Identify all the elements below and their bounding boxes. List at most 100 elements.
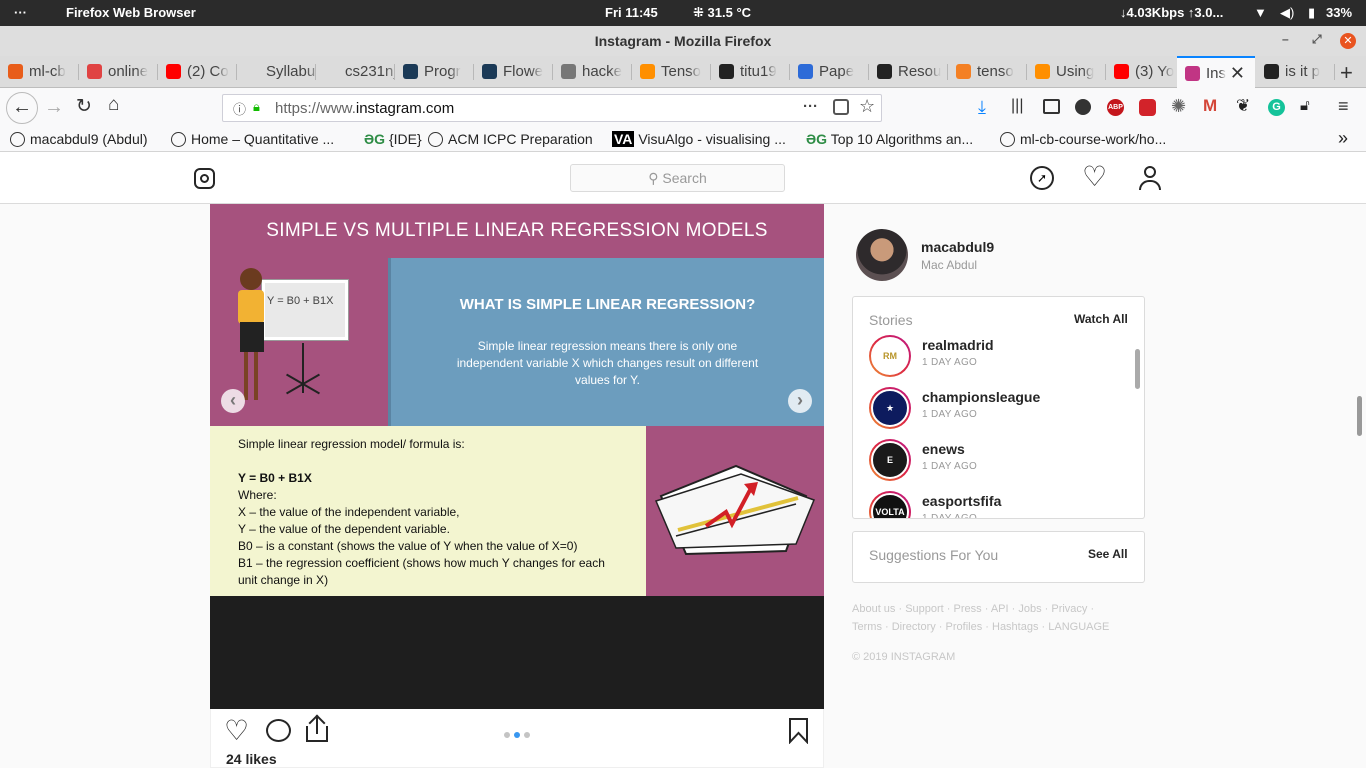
story-username[interactable]: realmadrid <box>922 337 994 353</box>
browser-tab[interactable]: Pape <box>790 56 869 88</box>
lock-icon[interactable]: 🔒︎ <box>253 99 260 115</box>
browser-tab[interactable]: tenso <box>948 56 1027 88</box>
browser-tab[interactable]: cs231n_ <box>316 56 395 88</box>
story-item[interactable]: RM realmadrid 1 DAY AGO <box>869 335 1129 387</box>
story-avatar-ring[interactable]: VOLTA <box>869 491 911 518</box>
browser-tab[interactable]: (3) Yo <box>1106 56 1185 88</box>
browser-tab[interactable]: titu19 <box>711 56 790 88</box>
post-slide-image[interactable]: SIMPLE VS MULTIPLE LINEAR REGRESSION MOD… <box>210 204 824 709</box>
weather-indicator[interactable]: ⁜ 31.5 °C <box>693 5 751 21</box>
forward-button[interactable]: → <box>44 96 64 119</box>
settings-ext-icon[interactable]: ✺ <box>1171 96 1186 117</box>
story-avatar-ring[interactable]: RM <box>869 335 911 377</box>
browser-tab[interactable]: (2) Co <box>158 56 237 88</box>
account-icon[interactable] <box>1075 99 1091 115</box>
profile-icon[interactable] <box>1138 164 1162 192</box>
bookmark-github[interactable]: macabdul9 (Abdul) <box>10 131 148 147</box>
extension-icon[interactable]: ❦ <box>1236 96 1250 116</box>
watch-all-link[interactable]: Watch All <box>1074 312 1128 326</box>
browser-tab[interactable]: Syllabus <box>237 56 316 88</box>
bookmark-star-icon[interactable]: ☆ <box>859 96 875 117</box>
active-app-label[interactable]: Firefox Web Browser <box>66 5 196 20</box>
browser-tab[interactable]: online <box>79 56 158 88</box>
story-avatar-ring[interactable]: E <box>869 439 911 481</box>
browser-tab[interactable]: Resou <box>869 56 948 88</box>
bookmark-algorithms[interactable]: ƏG Top 10 Algorithms an... <box>806 131 973 147</box>
comment-icon[interactable] <box>266 719 291 742</box>
browser-tab[interactable]: Using <box>1027 56 1106 88</box>
clock[interactable]: Fri 11:45 <box>605 5 658 20</box>
grammarly-icon[interactable]: G <box>1268 99 1285 116</box>
browser-tab[interactable]: ml-cb <box>0 56 79 88</box>
profile-avatar[interactable] <box>856 229 908 281</box>
footer-link[interactable]: Hashtags <box>992 621 1038 633</box>
hamburger-menu-icon[interactable]: ≡ <box>1338 96 1349 117</box>
minimize-button[interactable]: – <box>1282 32 1289 46</box>
bookmark-ide[interactable]: ƏG {IDE} <box>364 131 422 147</box>
downloads-icon[interactable]: ⤓ <box>978 97 986 118</box>
reload-button[interactable]: ↻ <box>76 95 92 118</box>
footer-link[interactable]: Jobs <box>1018 603 1041 615</box>
story-avatar-ring[interactable]: ★ <box>869 387 911 429</box>
activities-menu[interactable]: ··· <box>14 5 27 20</box>
explore-compass-icon[interactable]: ➚ <box>1030 166 1054 190</box>
carousel-next-button[interactable]: › <box>788 389 812 413</box>
stories-scrollbar[interactable] <box>1135 349 1140 389</box>
close-tab-icon[interactable]: ✕ <box>1230 63 1245 84</box>
volume-icon[interactable]: ◀) <box>1280 5 1294 21</box>
gmail-icon[interactable]: M <box>1203 96 1217 116</box>
browser-tab[interactable]: Progr <box>395 56 474 88</box>
footer-link[interactable]: Profiles <box>946 621 983 633</box>
sidebar-icon[interactable] <box>1043 99 1060 114</box>
password-icon[interactable]: 🔓︎ <box>1300 97 1310 114</box>
more-bookmarks-icon[interactable]: » <box>1338 128 1348 149</box>
pocket-icon[interactable] <box>833 99 849 115</box>
bookmark-visualgo[interactable]: VA VisuAlgo - visualising ... <box>612 131 786 147</box>
url-bar[interactable]: ⓘ 🔒︎ https://www.instagram.com ··· ☆ <box>222 94 882 122</box>
battery-icon[interactable]: ▮ <box>1308 5 1315 21</box>
browser-tab[interactable]: Flowe <box>474 56 553 88</box>
library-icon[interactable]: ||| <box>1011 97 1023 115</box>
profile-username[interactable]: macabdul9 <box>921 239 994 255</box>
footer-link[interactable]: Terms <box>852 621 882 633</box>
wifi-icon[interactable]: ▼ <box>1254 5 1267 20</box>
video-ext-icon[interactable] <box>1139 99 1156 116</box>
adblock-icon[interactable]: ABP <box>1107 99 1124 116</box>
carousel-prev-button[interactable]: ‹ <box>221 389 245 413</box>
footer-link[interactable]: Support <box>905 603 944 615</box>
share-icon[interactable] <box>306 714 328 744</box>
story-item[interactable]: Eenews 1 DAY AGO <box>869 439 1129 491</box>
story-username[interactable]: easportsfifa <box>922 493 1001 509</box>
like-heart-icon[interactable]: ♡ <box>224 714 249 747</box>
new-tab-button[interactable]: + <box>1340 60 1353 86</box>
back-button[interactable]: ← <box>6 92 38 124</box>
network-speed[interactable]: ↓4.03Kbps ↑3.0... <box>1120 5 1223 20</box>
story-username[interactable]: championsleague <box>922 389 1040 405</box>
browser-tab[interactable]: Tenso <box>632 56 711 88</box>
url-text[interactable]: https://www.instagram.com <box>275 100 454 117</box>
maximize-button[interactable]: ⤢ <box>1312 32 1322 47</box>
footer-link[interactable]: API <box>991 603 1009 615</box>
instagram-logo-icon[interactable] <box>194 168 215 189</box>
bookmark-acm[interactable]: ACM ICPC Preparation <box>428 131 593 147</box>
bookmark-quantitative[interactable]: Home – Quantitative ... <box>171 131 334 147</box>
activity-heart-icon[interactable]: ♡ <box>1082 160 1107 193</box>
bookmark-ml-cb[interactable]: ml-cb-course-work/ho... <box>1000 131 1166 147</box>
page-actions-button[interactable]: ··· <box>803 98 818 115</box>
see-all-link[interactable]: See All <box>1088 547 1128 561</box>
story-username[interactable]: enews <box>922 441 965 457</box>
browser-tab[interactable]: is it p <box>1256 56 1335 88</box>
story-item[interactable]: VOLTA easportsfifa 1 DAY AGO <box>869 491 1129 518</box>
footer-link[interactable]: Directory <box>892 621 936 633</box>
footer-link[interactable]: LANGUAGE <box>1048 621 1109 633</box>
footer-link[interactable]: Privacy <box>1051 603 1087 615</box>
browser-tab[interactable]: Ins ✕ <box>1177 56 1255 88</box>
footer-link[interactable]: Press <box>954 603 982 615</box>
close-window-button[interactable]: ✕ <box>1340 33 1356 49</box>
browser-tab[interactable]: hacke <box>553 56 632 88</box>
save-bookmark-icon[interactable] <box>789 718 808 745</box>
search-input[interactable]: ⚲ Search <box>570 164 785 192</box>
story-item[interactable]: ★ championsleague 1 DAY AGO <box>869 387 1129 439</box>
info-icon[interactable]: ⓘ <box>233 99 246 118</box>
footer-link[interactable]: About us <box>852 603 895 615</box>
